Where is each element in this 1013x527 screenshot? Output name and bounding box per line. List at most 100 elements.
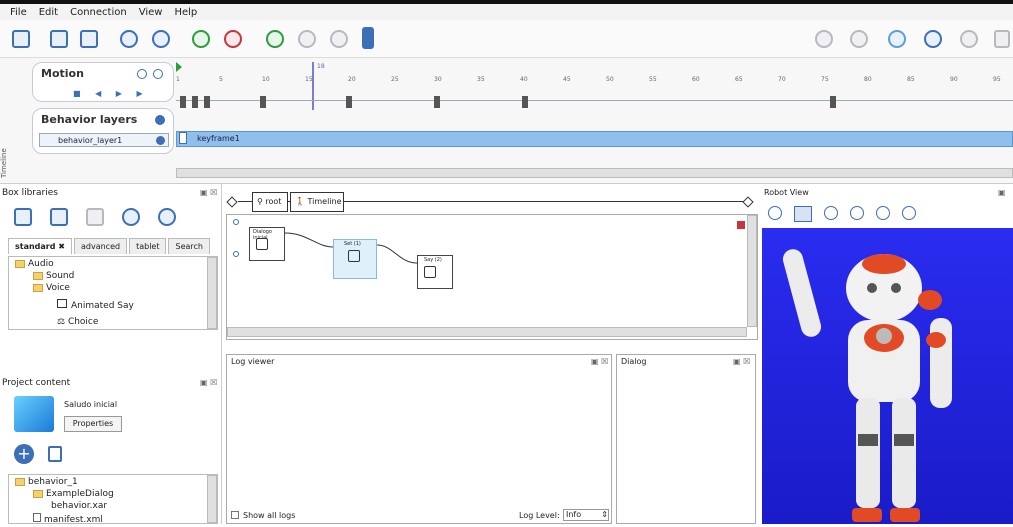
flow-canvas[interactable]: Dialogo inicial Set (1) Say (2) — [226, 214, 758, 340]
menu-file[interactable]: File — [10, 7, 27, 18]
tree-item[interactable]: manifest.xml — [33, 513, 103, 525]
log-viewer-title: Log viewer — [231, 357, 275, 366]
warning-icon[interactable] — [330, 30, 348, 48]
breadcrumb: ⚲ root 🚶 Timeline — [226, 192, 754, 212]
save-library-icon[interactable] — [86, 208, 104, 226]
robot-view-panel: Robot View ▣ — [762, 184, 1013, 524]
keyframe-marker[interactable] — [434, 96, 440, 108]
track-line — [176, 100, 1013, 101]
timeline-tick: 95 — [993, 76, 1001, 83]
tab-search[interactable]: Search — [168, 238, 210, 254]
diamond-icon — [226, 196, 238, 208]
volume-icon[interactable] — [815, 30, 833, 48]
menu-edit[interactable]: Edit — [39, 7, 58, 18]
tree-item[interactable]: behavior_1 — [15, 477, 78, 487]
tree-item[interactable]: Audio — [15, 259, 54, 269]
library-scrollbar[interactable] — [207, 257, 217, 329]
keyframe-marker[interactable] — [204, 96, 210, 108]
canvas-v-scrollbar[interactable] — [747, 215, 757, 327]
reload-icon[interactable] — [153, 69, 163, 79]
moon-icon[interactable] — [924, 30, 942, 48]
play-head-icon[interactable] — [176, 62, 182, 72]
new-box-icon[interactable] — [14, 208, 32, 226]
panel-float-close-icon[interactable]: ▣ ☒ — [591, 357, 608, 366]
timeline-tick: 70 — [778, 76, 786, 83]
keyframe-marker[interactable] — [522, 96, 528, 108]
breadcrumb-timeline[interactable]: 🚶 Timeline — [290, 192, 344, 212]
tree-item[interactable]: Sound — [33, 271, 74, 281]
search-icon[interactable] — [902, 206, 916, 220]
project-scrollbar[interactable] — [207, 475, 217, 523]
timeline-ruler[interactable]: 18 1 5 10 15 20 25 30 35 40 45 50 55 60 65 70 75 80 85 90 9… — [176, 62, 1013, 142]
edit-icon[interactable] — [137, 69, 147, 79]
menu-view[interactable]: View — [139, 7, 163, 18]
tab-advanced[interactable]: advanced — [73, 238, 128, 254]
view-pan-icon[interactable] — [850, 206, 864, 220]
open-project-icon[interactable] — [50, 30, 68, 48]
keyframe-marker[interactable] — [830, 96, 836, 108]
tab-standard[interactable]: standard ✖ — [8, 238, 72, 254]
keyframe-marker[interactable] — [180, 96, 186, 108]
add-box-icon[interactable] — [122, 208, 140, 226]
trash-icon[interactable] — [48, 446, 62, 462]
timeline-tick: 30 — [434, 76, 442, 83]
tree-item[interactable]: behavior.xar — [51, 501, 107, 511]
left-column: Box libraries ▣ ☒ standard ✖ advanced ta… — [0, 184, 222, 525]
show-all-checkbox[interactable] — [231, 511, 239, 519]
timeline-scrollbar[interactable] — [176, 168, 1013, 178]
tree-item[interactable]: Animated Say — [57, 299, 134, 311]
robot-posture-icon[interactable] — [850, 30, 868, 48]
tab-tablet[interactable]: tablet — [129, 238, 167, 254]
info-icon[interactable] — [768, 206, 782, 220]
open-library-icon[interactable] — [50, 208, 68, 226]
canvas-h-scrollbar[interactable] — [227, 327, 747, 337]
timeline-tick: 10 — [262, 76, 270, 83]
new-project-icon[interactable] — [12, 30, 30, 48]
stop-icon[interactable] — [298, 30, 316, 48]
project-tree: behavior_1 ExampleDialog behavior.xar ma… — [8, 474, 218, 525]
keyframe-icon — [179, 132, 187, 144]
keyframe-marker[interactable] — [346, 96, 352, 108]
panel-float-close-icon[interactable]: ▣ ☒ — [733, 357, 750, 366]
view-reset-icon[interactable] — [794, 206, 812, 222]
panel-float-close-icon[interactable]: ▣ ☒ — [200, 378, 217, 387]
disconnect-icon[interactable] — [224, 30, 242, 48]
menu-help[interactable]: Help — [174, 7, 197, 18]
panel-float-close-icon[interactable]: ▣ — [998, 188, 1006, 197]
motion-controls-icon[interactable]: ■ ◀ ▶ ▶ — [73, 89, 149, 98]
timeline-tick: 65 — [735, 76, 743, 83]
add-icon[interactable]: + — [14, 444, 34, 464]
log-level-select[interactable]: Info ⇕ — [563, 509, 609, 521]
keyframe-bar[interactable]: keyframe1 — [176, 131, 1013, 147]
layer-row[interactable]: behavior_layer1 — [39, 133, 169, 147]
menu-bar: File Edit Connection View Help — [0, 0, 1013, 20]
time-cursor[interactable] — [312, 62, 314, 110]
undo-icon[interactable] — [120, 30, 138, 48]
more-icon[interactable] — [994, 30, 1010, 48]
redo-icon[interactable] — [152, 30, 170, 48]
tree-item[interactable]: Voice — [33, 283, 70, 293]
panel-float-close-icon[interactable]: ▣ ☒ — [200, 188, 217, 197]
save-project-icon[interactable] — [80, 30, 98, 48]
tree-item[interactable]: ExampleDialog — [33, 489, 114, 499]
view-zoom-icon[interactable] — [876, 206, 890, 220]
view-rotate-icon[interactable] — [824, 206, 838, 220]
output-port[interactable] — [737, 221, 745, 229]
properties-button[interactable]: Properties — [64, 416, 122, 432]
menu-connection[interactable]: Connection — [70, 7, 127, 18]
edit-box-icon[interactable] — [158, 208, 176, 226]
gear-icon[interactable] — [960, 30, 978, 48]
connect-icon[interactable] — [192, 30, 210, 48]
log-level-label: Log Level: — [519, 511, 560, 520]
robot-3d-viewport[interactable] — [762, 228, 1013, 524]
play-icon[interactable] — [266, 30, 284, 48]
add-layer-icon[interactable] — [155, 115, 165, 125]
nao-robot-illustration — [782, 249, 952, 522]
keyframe-marker[interactable] — [192, 96, 198, 108]
heart-icon[interactable] — [888, 30, 906, 48]
breadcrumb-root[interactable]: ⚲ root — [252, 192, 288, 212]
remove-layer-icon[interactable] — [156, 136, 165, 145]
motion-title: Motion — [41, 67, 84, 80]
tree-item[interactable]: ⚖ Choice — [57, 317, 98, 327]
keyframe-marker[interactable] — [260, 96, 266, 108]
